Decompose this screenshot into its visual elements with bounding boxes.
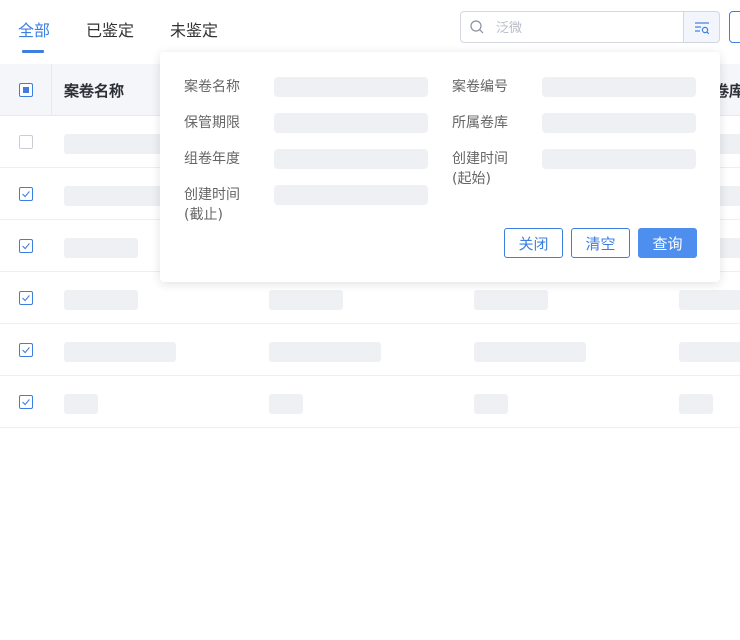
advanced-filter-panel: 案卷名称 案卷编号 保管期限 所属卷库 组卷年度 创建时间 (起始) 创建时间 … [160, 52, 720, 282]
field-label-line: 创建时间 [452, 151, 508, 167]
search-input[interactable] [494, 18, 678, 38]
tab-bar: 全部 已鉴定 未鉴定 [0, 0, 740, 54]
created-start-field[interactable] [542, 149, 696, 169]
select-all-cell [0, 64, 52, 116]
field-label-created-start: 创建时间 (起始) [452, 149, 508, 189]
search-box[interactable] [460, 11, 684, 43]
field-label-line: (起始) [452, 171, 491, 187]
select-all-checkbox[interactable] [19, 83, 33, 97]
placeholder-cell [64, 342, 176, 362]
placeholder-cell [64, 394, 98, 414]
advanced-filter-button[interactable] [684, 11, 720, 43]
row-checkbox[interactable] [19, 343, 33, 357]
created-end-field[interactable] [274, 185, 428, 205]
clear-button[interactable]: 清空 [571, 228, 630, 258]
placeholder-cell [679, 342, 740, 362]
field-label-name: 案卷名称 [184, 79, 240, 95]
placeholder-cell [474, 342, 586, 362]
number-field[interactable] [542, 77, 696, 97]
field-label-year: 组卷年度 [184, 151, 240, 167]
table-row[interactable] [0, 324, 740, 376]
retention-period-field[interactable] [274, 113, 428, 133]
filter-search-icon [695, 22, 710, 35]
placeholder-cell [269, 342, 381, 362]
placeholder-cell [679, 290, 740, 310]
name-field[interactable] [274, 77, 428, 97]
row-checkbox[interactable] [19, 239, 33, 253]
placeholder-cell [269, 290, 343, 310]
tab-unappraised[interactable]: 未鉴定 [170, 20, 218, 42]
placeholder-cell [269, 394, 303, 414]
row-checkbox[interactable] [19, 395, 33, 409]
tab-appraised[interactable]: 已鉴定 [86, 20, 134, 42]
field-label-created-end: 创建时间 (截止) [184, 185, 240, 225]
field-label-number: 案卷编号 [452, 79, 508, 95]
field-label-retention: 保管期限 [184, 115, 240, 131]
field-label-line: 创建时间 [184, 187, 240, 203]
row-checkbox[interactable] [19, 135, 33, 149]
close-button[interactable]: 关闭 [504, 228, 563, 258]
query-button[interactable]: 查询 [638, 228, 697, 258]
library-field[interactable] [542, 113, 696, 133]
placeholder-cell [64, 238, 138, 258]
row-checkbox[interactable] [19, 291, 33, 305]
active-tab-indicator [22, 50, 44, 53]
tab-all[interactable]: 全部 [18, 20, 50, 42]
row-checkbox[interactable] [19, 187, 33, 201]
toolbar-button-partial[interactable] [729, 11, 740, 43]
table-row[interactable] [0, 376, 740, 428]
placeholder-cell [474, 290, 548, 310]
year-field[interactable] [274, 149, 428, 169]
placeholder-cell [474, 394, 508, 414]
search-icon [470, 20, 484, 34]
column-header-name[interactable]: 案卷名称 [64, 80, 124, 101]
placeholder-cell [679, 394, 713, 414]
field-label-line: (截止) [184, 207, 223, 223]
field-label-library: 所属卷库 [452, 115, 508, 131]
placeholder-cell [64, 290, 138, 310]
